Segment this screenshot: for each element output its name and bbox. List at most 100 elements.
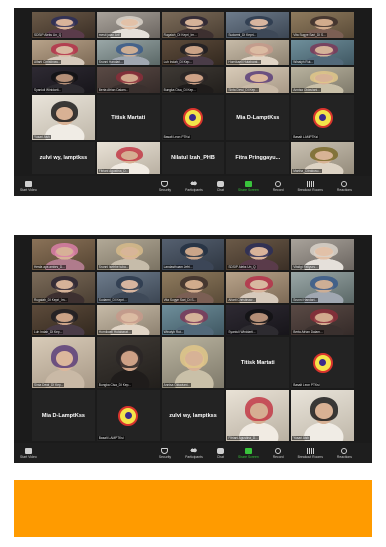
toolbar-label: Security — [158, 187, 172, 192]
toolbar-label: Chat — [216, 187, 224, 192]
org-logo-icon — [182, 107, 203, 128]
participant-tile[interactable]: Rugaiah_DI Kepri_Im... — [161, 12, 225, 38]
zoom-gallery-screenshot-top: SDSIP Aleks Un_Q mesti jalan Arif Rugaiah_… — [14, 8, 372, 196]
participant-tile[interactable]: Berta Afrian Dalam... — [96, 67, 160, 93]
participant-tile[interactable]: Rugaiah_DI Kepri_Im... — [32, 271, 95, 303]
participant-tile[interactable]: SDSIP Aleks Un_Q — [32, 12, 95, 38]
participant-tile[interactable]: Winaiyh Rut... — [291, 39, 354, 66]
participant-tile[interactable]: Sudarmi_DI Kepri... — [226, 12, 290, 38]
participant-tile[interactable]: Bungka Cisa_DI Kep... — [96, 337, 160, 389]
participant-name: Titisk Martati — [240, 359, 275, 366]
participant-tile[interactable]: Basalt LAMPTKsi — [291, 94, 354, 141]
participant-tile[interactable]: Titisk Martati — [226, 337, 290, 389]
participant-name: Luh Indah_DI Kep... — [162, 60, 193, 65]
participant-tile[interactable]: Winaiyh Rut... — [161, 304, 225, 336]
reactions-button[interactable]: Reactions — [336, 180, 352, 192]
participant-tile[interactable]: zulvi wy, lamptkss — [161, 390, 225, 441]
participant-tile[interactable]: Mia D-LamptKss — [226, 94, 290, 141]
participant-name: Sinta Dewi_DI Kep... — [227, 87, 259, 92]
breakout-rooms-button[interactable]: Breakout Rooms — [298, 447, 323, 459]
reactions-button[interactable]: Reactions — [336, 447, 352, 459]
participant-tile[interactable]: Annisa Oktaviani... — [291, 67, 354, 93]
participant-tile[interactable]: Alfarti Christinaw... — [226, 271, 290, 303]
participant-tile[interactable]: Syaniuli Winidarti... — [32, 67, 95, 93]
participant-name: Srunni Handari... — [97, 60, 124, 65]
security-button[interactable]: Security — [159, 447, 171, 459]
participants-button[interactable]: Participants — [185, 447, 203, 459]
participant-tile[interactable]: Srunni Handari... — [96, 39, 160, 66]
participant-name: Hesfa aya ambrs_D... — [33, 264, 66, 269]
start-video-button[interactable]: Start Video — [20, 180, 37, 192]
participant-tile[interactable]: Basalt LAMPTKsi — [96, 390, 160, 441]
participant-tile[interactable]: Vita Sugye Sari_DI S... — [291, 12, 354, 38]
participant-tile[interactable]: Fitra Pringgayu... — [226, 142, 290, 174]
participant-tile[interactable]: Basalt Leon PTKsi — [291, 337, 354, 389]
record-button[interactable]: Record — [272, 180, 284, 192]
participant-tile[interactable]: Srunni Handari... — [291, 271, 354, 303]
participant-tile[interactable]: Landasthuam Jefri... — [161, 239, 225, 270]
participant-tile[interactable]: Nilatul Izah_PHB — [161, 142, 225, 174]
participant-tile[interactable]: Alfarti Christinaw... — [32, 39, 95, 66]
security-button[interactable]: Security — [158, 180, 172, 192]
participant-name: Yusari Aish — [33, 135, 51, 140]
participant-tile[interactable]: Hornikaeli Hutabarat... — [96, 304, 160, 336]
breakout-rooms-icon — [306, 180, 314, 187]
participant-name: Sinta Dewi_DI Kep... — [33, 383, 65, 388]
participant-tile[interactable]: zulvi wy, lamptkss — [32, 142, 95, 174]
participant-tile[interactable]: Hesfa aya ambrs_D... — [32, 239, 95, 270]
participant-tile[interactable]: Yusari Aish — [291, 390, 354, 441]
participant-tile[interactable]: Fitriani Agustina_D... — [226, 390, 290, 441]
participant-tile[interactable]: Vita Sugye Sari_DI S... — [161, 271, 225, 303]
participant-tile[interactable]: Bungka Cisa_DI Kep... — [161, 67, 225, 93]
participant-tile[interactable]: Vitaligt Fatiyurs... — [291, 239, 354, 270]
participant-tile[interactable]: SDSIP Aleks Un_Q — [226, 239, 290, 270]
participant-name: mesti jalan Arif — [97, 32, 121, 37]
participants-icon — [190, 180, 198, 187]
chat-button[interactable]: Chat — [216, 180, 224, 192]
zoom-gallery-screenshot-bottom: Hesfa aya ambrs_D... Srunni Isetrhe tuba.… — [14, 235, 372, 463]
toolbar-label: Participants — [185, 454, 203, 459]
participant-tile[interactable]: Sinta Dewi_DI Kep... — [32, 337, 95, 389]
participant-grid: SDSIP Aleks Un_Q mesti jalan Arif Rugaiah_… — [32, 12, 354, 174]
toolbar-label: Reactions — [336, 187, 352, 192]
start-video-button[interactable]: Start Video — [20, 447, 37, 459]
participant-tile[interactable]: Mia D-LamptKss — [32, 390, 95, 441]
meeting-toolbar: Start Video Security Participants Chat Share… — [14, 176, 372, 196]
toolbar-label: Record — [272, 187, 284, 192]
share-screen-icon — [244, 180, 252, 187]
participant-tile[interactable]: Luh Indah_DI Kep... — [161, 39, 225, 66]
org-logo-icon — [118, 405, 139, 426]
participant-tile[interactable]: Martha_Citrakusu... — [291, 142, 354, 174]
participant-tile[interactable]: Annisa Oktaviani... — [161, 337, 225, 389]
chat-button[interactable]: Chat — [217, 447, 224, 459]
toolbar-label: Share Screen — [237, 454, 259, 459]
participant-name: zulvi wy, lamptkss — [39, 155, 88, 162]
participant-name: Annisa Oktaviani... — [292, 87, 321, 92]
participant-tile[interactable]: Hornikaeli Hutabarat... — [226, 39, 290, 66]
participant-name: Srunni Handari... — [292, 297, 319, 302]
participant-tile[interactable]: Syaniuli Winidarti... — [226, 304, 290, 336]
participant-tile[interactable]: Srunni Isetrhe tuba... — [96, 239, 160, 270]
participant-name: Rugaiah_DI Kepri_Im... — [162, 32, 198, 37]
toolbar-label: Reactions — [336, 454, 352, 459]
participant-name: Mia D-LamptKss — [236, 114, 280, 121]
participant-tile[interactable]: Basalt Leon PTKsi — [161, 94, 225, 141]
participant-tile[interactable]: Sudarmi_DI Kepri... — [96, 271, 160, 303]
share-screen-button[interactable]: Share Screen — [238, 180, 259, 192]
participant-tile[interactable]: Sinta Dewi_DI Kep... — [226, 67, 290, 93]
participants-button[interactable]: Participants — [185, 180, 203, 192]
participant-tile[interactable]: Berta Afrian Dalam... — [291, 304, 354, 336]
participant-tile[interactable]: Luh Indah_DI Kep... — [32, 304, 95, 336]
participant-tile[interactable]: Fitriani Agustina_D... — [96, 142, 160, 174]
reactions-icon — [341, 447, 348, 454]
share-screen-icon — [244, 447, 252, 454]
share-screen-button[interactable]: Share Screen — [237, 447, 259, 459]
participant-name: Syaniuli Winidarti... — [227, 330, 257, 335]
participant-name: Nilatul Izah_PHB — [171, 155, 215, 162]
participant-tile[interactable]: Titisk Martati — [96, 94, 160, 141]
record-icon — [275, 180, 282, 187]
breakout-rooms-button[interactable]: Breakout Rooms — [298, 180, 323, 192]
record-button[interactable]: Record — [273, 447, 284, 459]
participant-tile[interactable]: mesti jalan Arif — [96, 12, 160, 38]
participant-tile[interactable]: Yusari Aish — [32, 94, 95, 141]
